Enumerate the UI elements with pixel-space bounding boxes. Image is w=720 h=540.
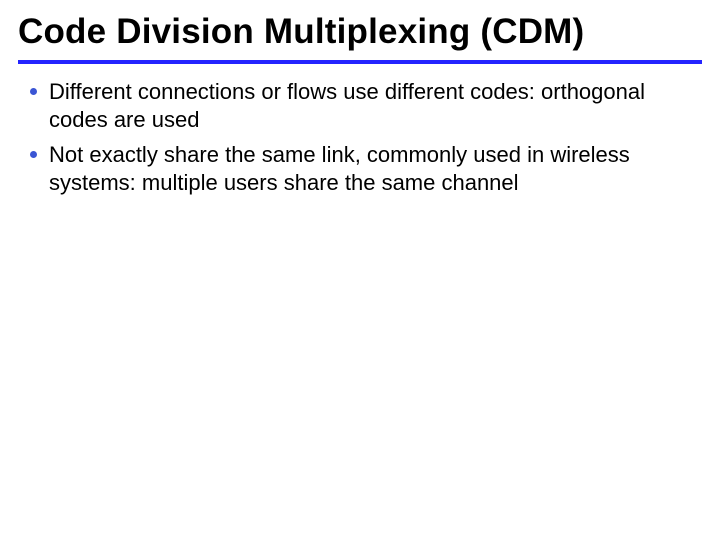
bullet-icon (30, 88, 37, 95)
bullet-text: Different connections or flows use diffe… (49, 78, 679, 134)
list-item: Not exactly share the same link, commonl… (30, 141, 702, 197)
slide-title: Code Division Multiplexing (CDM) (18, 12, 702, 52)
bullet-icon (30, 151, 37, 158)
slide: Code Division Multiplexing (CDM) Differe… (0, 0, 720, 540)
title-underline (18, 60, 702, 64)
bullet-text: Not exactly share the same link, commonl… (49, 141, 679, 197)
bullet-list: Different connections or flows use diffe… (18, 78, 702, 197)
list-item: Different connections or flows use diffe… (30, 78, 702, 134)
title-block: Code Division Multiplexing (CDM) (18, 12, 702, 58)
